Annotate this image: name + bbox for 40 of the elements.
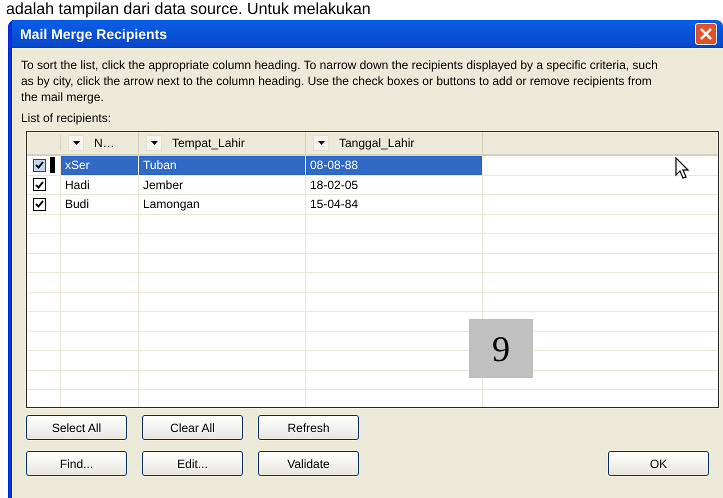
column-header[interactable]: Tanggal_Lahir: [306, 132, 483, 154]
close-icon: [700, 28, 712, 40]
caret-icon: [318, 141, 324, 145]
mouse-cursor-icon: [675, 157, 691, 181]
caret-icon: [150, 141, 158, 145]
table-cell: xSer: [61, 156, 139, 174]
dialog-button[interactable]: Find...: [26, 451, 127, 476]
table-cell: Tuban: [139, 156, 306, 174]
dialog-button[interactable]: Clear All: [142, 415, 243, 440]
checkmark-icon: [35, 161, 44, 170]
column-header[interactable]: Tempat_Lahir: [139, 132, 306, 154]
checkmark-icon: [35, 180, 44, 189]
table-cell: Budi: [61, 195, 139, 214]
table-cell: 18-02-05: [306, 176, 483, 194]
dialog-button[interactable]: Edit...: [142, 451, 243, 476]
close-button[interactable]: [695, 23, 717, 45]
checkbox[interactable]: [33, 158, 46, 172]
filter-dropdown-button[interactable]: [146, 135, 162, 151]
row-focus-marker: [50, 157, 55, 174]
caret-icon: [72, 141, 80, 145]
dialog-button[interactable]: OK: [608, 451, 709, 476]
checkmark-icon: [35, 200, 44, 208]
list-label: List of recipients:: [21, 111, 112, 125]
filter-dropdown-button[interactable]: [313, 135, 329, 151]
instructions-text: To sort the list, click the appropriate column heading. To narrow down the recipients displayed by a specific criteria, such as by city, click the arrow next to the column heading. Use the check boxes or buttons to add or remove recipients from the mail merge.: [21, 57, 659, 105]
filter-dropdown-button[interactable]: [68, 135, 84, 151]
table-cell: Lamongan: [139, 195, 306, 214]
window-title: Mail Merge Recipients: [20, 24, 168, 44]
checkbox[interactable]: [33, 198, 46, 211]
document-text: adalah tampilan dari data source. Untuk melakukan: [6, 0, 371, 19]
dialog-button[interactable]: Refresh: [258, 415, 359, 440]
column-header[interactable]: N…: [61, 132, 139, 154]
page-number: 9: [469, 319, 533, 378]
table-cell: Jember: [139, 176, 306, 194]
table-cell: 15-04-84: [306, 195, 483, 214]
checkbox[interactable]: [33, 178, 46, 192]
dialog-button[interactable]: Validate: [258, 451, 359, 476]
table-cell: Hadi: [61, 176, 139, 194]
table-cell: 08-08-88: [306, 156, 483, 174]
dialog-button[interactable]: Select All: [26, 415, 127, 440]
